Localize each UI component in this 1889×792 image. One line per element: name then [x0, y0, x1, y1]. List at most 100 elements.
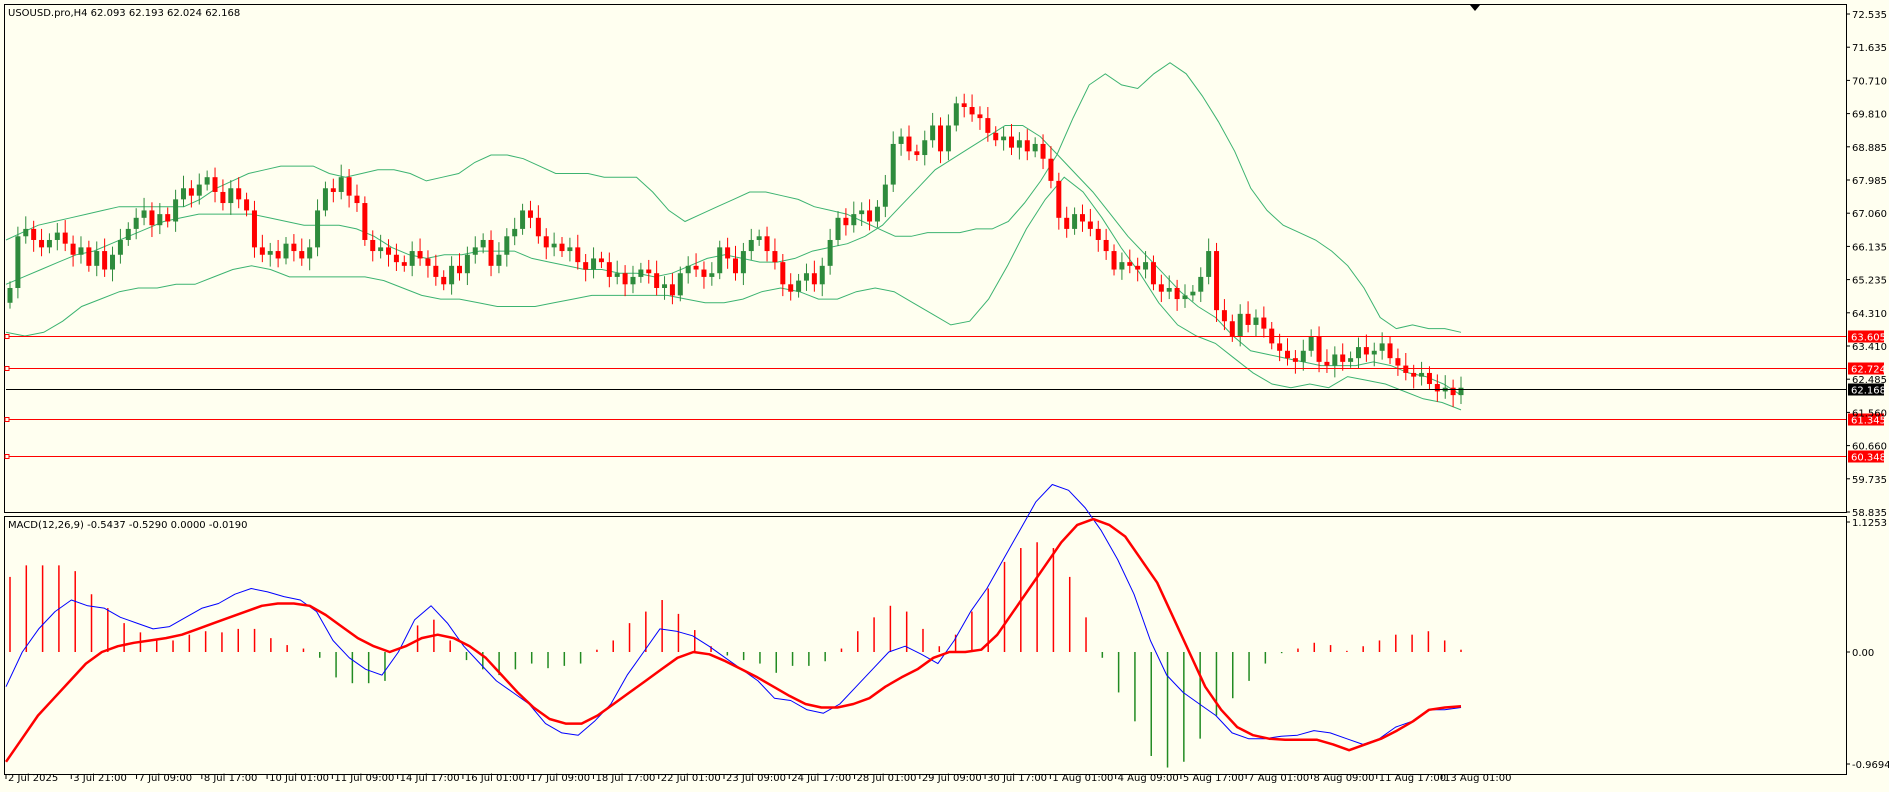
price-tick-label: 68.885 [1852, 143, 1887, 154]
candle-body [417, 251, 423, 259]
candle-body [701, 269, 707, 277]
candle-body [914, 151, 920, 156]
time-tick-label: 29 Jul 09:00 [922, 773, 982, 784]
price-tick-label: 70.710 [1852, 76, 1887, 87]
candle-body [70, 243, 76, 255]
macd-tick-label: -0.9694 [1852, 760, 1889, 771]
candle-body [882, 184, 888, 207]
candle-body [102, 251, 108, 270]
candle-body [1340, 354, 1346, 362]
candle-body [1206, 251, 1212, 277]
candle-body [953, 103, 959, 126]
candle-body [212, 177, 218, 192]
candle-body [1277, 343, 1283, 351]
candle-body [7, 287, 13, 303]
candle-body [1371, 350, 1377, 355]
candle-body [401, 262, 407, 266]
candle-body [157, 214, 163, 226]
time-tick-label: 13 Aug 01:00 [1444, 773, 1511, 784]
candle-body [733, 258, 738, 274]
price-tick-label: 69.810 [1852, 110, 1887, 121]
candle-body [180, 188, 186, 200]
time-tick-label: 5 Aug 17:00 [1183, 773, 1244, 784]
candle-body [1111, 251, 1117, 270]
candle-body [1079, 214, 1085, 222]
level-anchor-handle [4, 454, 10, 459]
candle-body [480, 239, 486, 248]
level-anchor-handle [4, 417, 10, 422]
candle-body [1434, 384, 1440, 392]
time-tick-label: 30 Jul 17:00 [987, 773, 1047, 784]
candle-body [851, 214, 857, 226]
candle-body [354, 195, 360, 204]
time-tick-label: 10 Jul 01:00 [269, 773, 329, 784]
price-tick-label: 61.560 [1852, 408, 1887, 419]
candle-body [220, 191, 226, 204]
candle-body [1214, 251, 1220, 311]
candle-body [1332, 354, 1338, 366]
candle-body [1182, 295, 1188, 300]
candle-body [1032, 143, 1038, 152]
candle-body [370, 239, 376, 252]
candle-body [772, 251, 778, 263]
candle-body [717, 247, 723, 274]
candle-body [1016, 140, 1022, 148]
candle-body [362, 203, 368, 240]
candle-body [677, 273, 683, 296]
price-tick-label: 62.485 [1852, 375, 1887, 386]
time-tick-label: 17 Jul 09:00 [530, 773, 590, 784]
time-tick-label: 7 Aug 01:00 [1248, 773, 1309, 784]
chart-window[interactable]: 63.60562.72461.34560.34862.168 72.53571.… [0, 0, 1889, 792]
candle-body [512, 228, 518, 237]
candle-body [1419, 372, 1425, 377]
candle-body [764, 236, 770, 252]
candle-body [803, 273, 809, 281]
candle-body [1150, 262, 1156, 285]
time-tick-label: 3 Jul 21:00 [73, 773, 127, 784]
candle-body [78, 247, 84, 255]
candle-body [1087, 221, 1093, 229]
candle-body [1024, 140, 1030, 152]
candle-body [1048, 158, 1054, 181]
candle-body [133, 217, 139, 229]
window-background [0, 0, 1889, 792]
candle-body [977, 114, 983, 119]
candle-body [409, 251, 415, 266]
candle-body [251, 210, 257, 248]
candle-body [204, 177, 210, 185]
candle-body [441, 276, 447, 285]
level-price-label: 60.348 [1851, 453, 1886, 464]
candle-body [819, 265, 825, 285]
candle-body [993, 132, 999, 141]
price-tick-label: 67.060 [1852, 209, 1887, 220]
candle-body [393, 254, 399, 263]
candle-body [1237, 313, 1243, 337]
candle-body [456, 265, 462, 274]
time-tick-label: 14 Jul 17:00 [400, 773, 460, 784]
candle-body [1135, 265, 1141, 270]
time-tick-label: 2 Jul 2025 [8, 773, 58, 784]
candle-body [141, 210, 147, 218]
candle-body [1143, 262, 1149, 270]
candle-body [614, 273, 620, 277]
candle-body [725, 247, 731, 259]
candle-body [1348, 358, 1354, 362]
symbol-header: USOUSD.pro,H4 62.093 62.193 62.024 62.16… [8, 8, 240, 19]
candle-body [173, 199, 179, 222]
candle-body [859, 210, 865, 215]
candle-body [1426, 372, 1432, 385]
candle-body [622, 273, 628, 285]
candle-body [236, 188, 242, 200]
time-axis: 2 Jul 2025 3 Jul 21:00 7 Jul 09:00 8 Jul 17… [5, 773, 1511, 784]
candle-body [315, 210, 321, 248]
price-tick-label: 66.135 [1852, 242, 1887, 253]
candle-body [464, 254, 470, 274]
time-tick-label: 7 Jul 09:00 [139, 773, 193, 784]
price-tick-label: 71.635 [1852, 43, 1887, 54]
candle-body [23, 228, 29, 237]
candle-body [961, 103, 967, 108]
candle-body [378, 247, 384, 252]
candle-body [165, 214, 171, 222]
candle-body [31, 228, 37, 240]
candle-body [551, 243, 557, 248]
